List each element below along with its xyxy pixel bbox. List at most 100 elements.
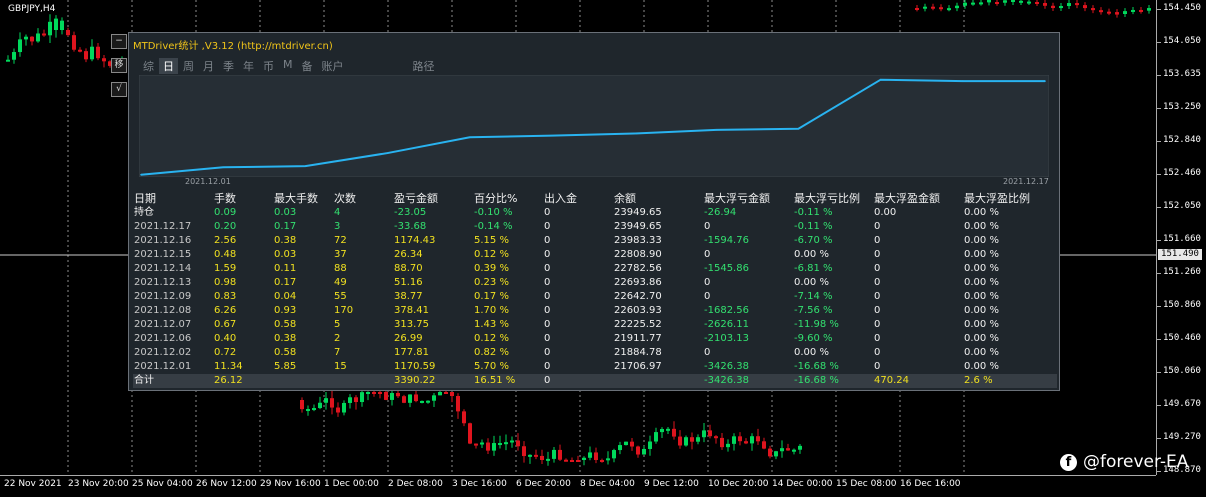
table-cell: 0.48 xyxy=(214,249,237,260)
tab-account[interactable]: 账户 xyxy=(318,58,348,74)
table-cell: 2 xyxy=(334,333,341,344)
table-cell: 0.00 % xyxy=(964,249,999,260)
table-cell: -1594.76 xyxy=(704,235,749,246)
table-cell: 0.00 % xyxy=(964,361,999,372)
table-cell: 0 xyxy=(544,277,551,288)
candle-body xyxy=(84,51,88,60)
candle-body xyxy=(780,448,784,452)
tab-weekly[interactable]: 周 xyxy=(179,58,198,74)
table-cell: 1.59 xyxy=(214,263,237,274)
watermark: f @forever-EA xyxy=(1060,452,1188,472)
tab-quarterly[interactable]: 季 xyxy=(219,58,238,74)
table-cell: 0 xyxy=(704,347,711,358)
price-tick xyxy=(1157,9,1161,10)
price-label: 154.450 xyxy=(1163,3,1201,13)
table-cell: -16.68 % xyxy=(793,374,873,388)
tab-summary[interactable]: 综 xyxy=(139,58,158,74)
table-cell: 0.58 xyxy=(274,319,297,330)
candle-body xyxy=(756,436,760,442)
minimize-button[interactable]: − xyxy=(111,34,127,49)
table-cell: 5.70 % xyxy=(474,361,509,372)
candle-body xyxy=(414,394,418,402)
table-cell: 88 xyxy=(334,263,347,274)
tab-yearly[interactable]: 年 xyxy=(239,58,258,74)
time-label: 22 Nov 2021 xyxy=(4,479,62,489)
table-cell: 0.17 xyxy=(274,277,297,288)
candle-body xyxy=(1107,11,1111,14)
candle-body xyxy=(1067,3,1071,7)
price-tick xyxy=(1157,42,1161,43)
table-cell: -11.98 % xyxy=(794,319,839,330)
move-button[interactable]: 移 xyxy=(111,58,127,73)
table-cell: 0 xyxy=(704,249,711,260)
tab-daily[interactable]: 日 xyxy=(159,58,178,74)
table-cell: 0 xyxy=(704,291,711,302)
table-header-cell: 百分比% xyxy=(474,191,518,205)
table-cell xyxy=(333,374,393,388)
candle-body xyxy=(939,7,943,10)
table-total-row: 合计 26.12 3390.22 16.51 % 0 -3426.38 -16.68 % 47… xyxy=(133,374,1057,388)
time-axis: 22 Nov 2021 23 Nov 20:00 25 Nov 04:00 26 No… xyxy=(0,475,1156,497)
tab-path[interactable]: 路径 xyxy=(409,58,439,74)
price-label: 152.840 xyxy=(1163,135,1201,145)
table-cell: 0.00 % xyxy=(964,291,999,302)
candle-body xyxy=(1075,3,1079,6)
price-label: 150.860 xyxy=(1163,300,1201,310)
candle-body xyxy=(330,398,334,408)
equity-point xyxy=(551,134,553,137)
candle-body xyxy=(666,428,670,431)
table-cell: 0.12 % xyxy=(474,249,509,260)
candle-body xyxy=(306,409,310,412)
candle-body xyxy=(660,428,664,433)
candle-body xyxy=(672,428,676,437)
table-cell: 16.51 % xyxy=(473,374,543,388)
equity-point xyxy=(468,136,471,139)
candle-body xyxy=(678,436,682,446)
candle-body xyxy=(516,440,520,447)
candle-body xyxy=(12,52,16,60)
candle-body xyxy=(522,446,526,457)
table-cell: 0.17 % xyxy=(474,291,509,302)
table-cell: 22603.93 xyxy=(614,305,662,316)
candle-body xyxy=(1019,0,1023,3)
candle-body xyxy=(342,402,346,413)
table-cell: 0.72 xyxy=(214,347,237,358)
tab-notes[interactable]: 备 xyxy=(298,58,317,74)
candle-body xyxy=(384,392,388,400)
candle-body xyxy=(762,441,766,449)
table-cell: 0 xyxy=(874,333,881,344)
candle-body xyxy=(1035,2,1039,4)
table-cell: -0.11 % xyxy=(794,207,833,218)
candle-body xyxy=(588,452,592,458)
tab-magic[interactable]: M xyxy=(279,58,297,74)
table-cell: 23983.33 xyxy=(614,235,662,246)
table-cell: 0.00 % xyxy=(964,235,999,246)
table-row: 2021.12.13 0.98 0.17 49 51.16 0.23 % 0 22693.86… xyxy=(133,276,1057,290)
table-cell: 22642.70 xyxy=(614,291,662,302)
table-cell: -6.81 % xyxy=(794,263,833,274)
table-cell: -26.94 xyxy=(704,207,737,218)
confirm-button[interactable]: √ xyxy=(111,82,127,97)
table-cell: -23.05 xyxy=(394,207,427,218)
table-cell: 0 xyxy=(874,347,881,358)
table-cell: 1174.43 xyxy=(394,235,436,246)
candle-body xyxy=(48,21,52,36)
table-cell: 22225.52 xyxy=(614,319,662,330)
tab-monthly[interactable]: 月 xyxy=(199,58,218,74)
table-cell: 2021.12.08 xyxy=(134,305,192,316)
price-label: 149.670 xyxy=(1163,399,1201,409)
table-cell: 0 xyxy=(874,249,881,260)
candle-body xyxy=(564,459,568,462)
equity-start-date: 2021.12.01 xyxy=(185,177,231,186)
table-header-cell: 余额 xyxy=(614,191,636,205)
price-label: 153.635 xyxy=(1163,69,1201,79)
time-label: 25 Nov 04:00 xyxy=(132,479,193,489)
candle-body xyxy=(1099,10,1103,13)
table-cell: 0 xyxy=(874,263,881,274)
tab-currency[interactable]: 币 xyxy=(259,58,278,74)
table-cell: 23949.65 xyxy=(614,221,662,232)
table-cell: 2021.12.06 xyxy=(134,333,192,344)
candle-body xyxy=(90,46,94,60)
table-cell: 0 xyxy=(544,319,551,330)
table-cell: 6.26 xyxy=(214,305,237,316)
